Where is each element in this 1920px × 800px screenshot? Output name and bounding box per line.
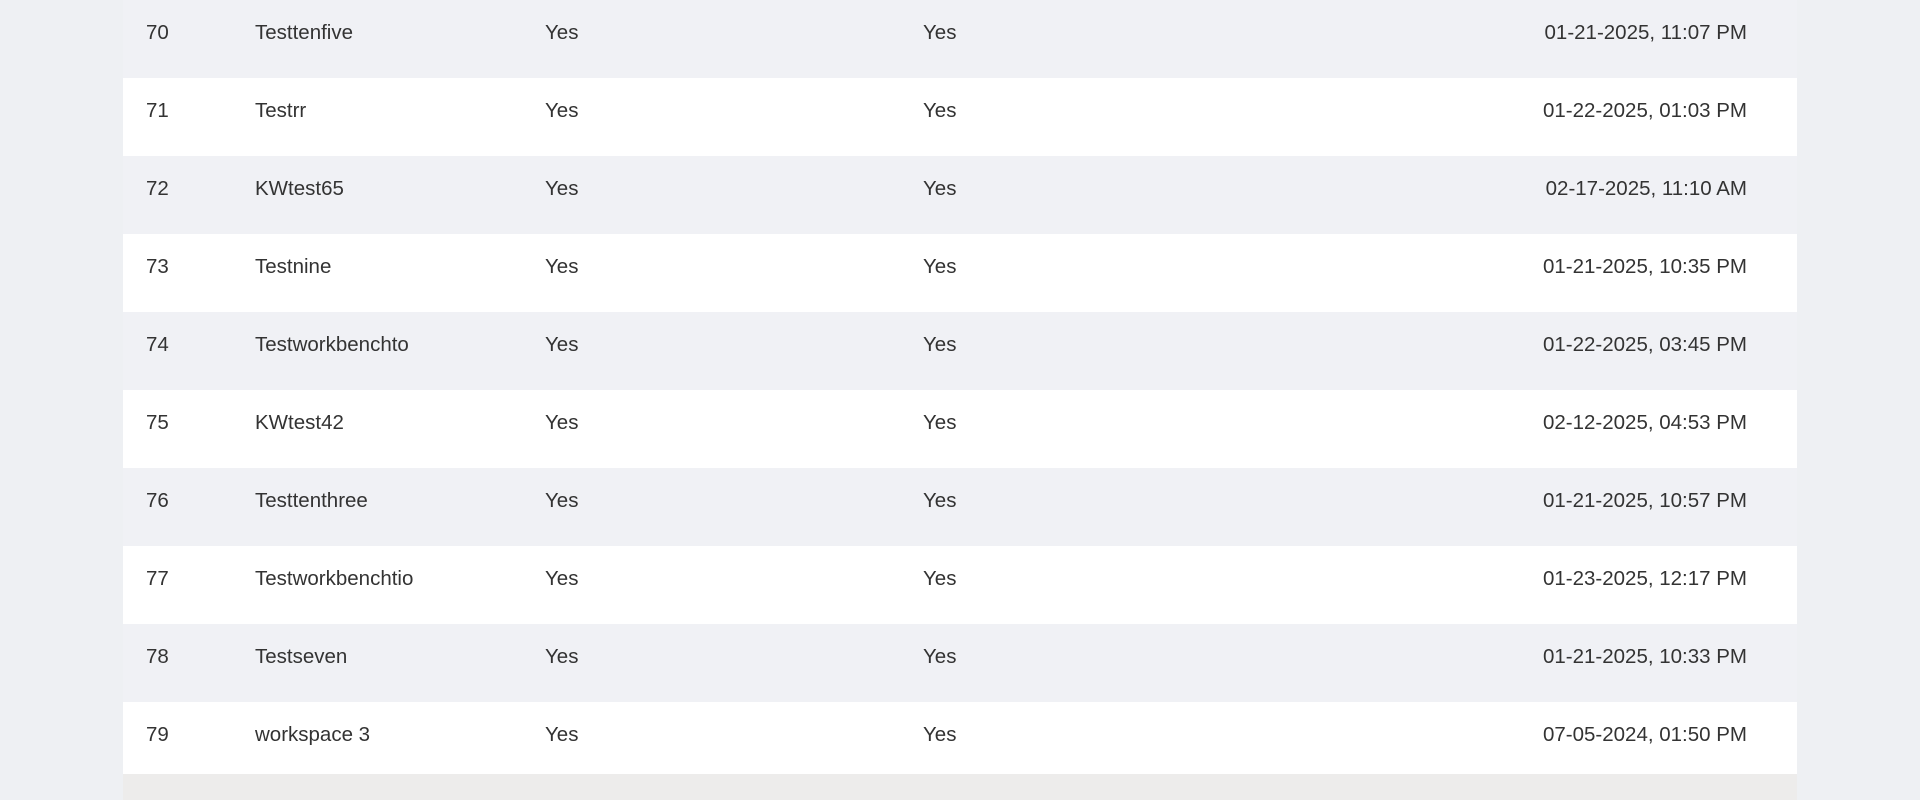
row-date: 01-22-2025, 01:03 PM: [1543, 99, 1747, 122]
row-flag-a: Yes: [545, 99, 579, 122]
row-flag-b: Yes: [923, 567, 957, 590]
row-flag-a: Yes: [545, 723, 579, 746]
row-flag-a: Yes: [545, 21, 579, 44]
table-row[interactable]: 78 Testseven Yes Yes 01-21-2025, 10:33 P…: [123, 624, 1797, 702]
row-date: 01-21-2025, 10:57 PM: [1543, 489, 1747, 512]
table-row[interactable]: 76 Testtenthree Yes Yes 01-21-2025, 10:5…: [123, 468, 1797, 546]
table-row[interactable]: 79 workspace 3 Yes Yes 07-05-2024, 01:50…: [123, 702, 1797, 780]
row-flag-a: Yes: [545, 411, 579, 434]
table-row[interactable]: 71 Testrr Yes Yes 01-22-2025, 01:03 PM: [123, 78, 1797, 156]
row-name[interactable]: KWtest65: [255, 156, 344, 222]
row-flag-b: Yes: [923, 99, 957, 122]
table-row[interactable]: 72 KWtest65 Yes Yes 02-17-2025, 11:10 AM: [123, 156, 1797, 234]
row-date: 01-21-2025, 10:35 PM: [1543, 255, 1747, 278]
row-flag-a: Yes: [545, 255, 579, 278]
row-name[interactable]: Testtenthree: [255, 468, 368, 534]
row-flag-a: Yes: [545, 645, 579, 668]
row-date: 07-05-2024, 01:50 PM: [1543, 723, 1747, 746]
row-flag-b: Yes: [923, 333, 957, 356]
table-row[interactable]: 75 KWtest42 Yes Yes 02-12-2025, 04:53 PM: [123, 390, 1797, 468]
table-footer: [123, 774, 1797, 800]
row-id: 73: [146, 255, 169, 278]
row-date: 02-12-2025, 04:53 PM: [1543, 411, 1747, 434]
row-date: 01-22-2025, 03:45 PM: [1543, 333, 1747, 356]
row-flag-a: Yes: [545, 567, 579, 590]
row-name[interactable]: Testrr: [255, 78, 306, 144]
row-flag-b: Yes: [923, 645, 957, 668]
row-flag-b: Yes: [923, 255, 957, 278]
row-date: 01-21-2025, 11:07 PM: [1544, 21, 1747, 44]
table-row[interactable]: 73 Testnine Yes Yes 01-21-2025, 10:35 PM: [123, 234, 1797, 312]
row-flag-b: Yes: [923, 723, 957, 746]
row-flag-b: Yes: [923, 21, 957, 44]
row-flag-b: Yes: [923, 411, 957, 434]
row-name[interactable]: KWtest42: [255, 390, 344, 456]
row-id: 77: [146, 567, 169, 590]
row-flag-a: Yes: [545, 333, 579, 356]
row-flag-b: Yes: [923, 177, 957, 200]
table-row[interactable]: 74 Testworkbenchto Yes Yes 01-22-2025, 0…: [123, 312, 1797, 390]
row-name[interactable]: Testworkbenchto: [255, 312, 409, 378]
row-id: 71: [146, 99, 169, 122]
table-row[interactable]: 77 Testworkbenchtio Yes Yes 01-23-2025, …: [123, 546, 1797, 624]
row-flag-a: Yes: [545, 177, 579, 200]
row-id: 72: [146, 177, 169, 200]
row-id: 70: [146, 21, 169, 44]
row-date: 02-17-2025, 11:10 AM: [1545, 177, 1747, 200]
row-id: 75: [146, 411, 169, 434]
row-flag-b: Yes: [923, 489, 957, 512]
row-date: 01-23-2025, 12:17 PM: [1543, 567, 1747, 590]
row-name[interactable]: Testseven: [255, 624, 347, 690]
workspace-table: 70 Testtenfive Yes Yes 01-21-2025, 11:07…: [123, 0, 1797, 800]
row-id: 76: [146, 489, 169, 512]
row-date: 01-21-2025, 10:33 PM: [1543, 645, 1747, 668]
row-id: 79: [146, 723, 169, 746]
row-id: 74: [146, 333, 169, 356]
table-row[interactable]: 70 Testtenfive Yes Yes 01-21-2025, 11:07…: [123, 0, 1797, 78]
row-name[interactable]: Testworkbenchtio: [255, 546, 413, 612]
row-name[interactable]: Testtenfive: [255, 0, 353, 66]
row-name[interactable]: workspace 3: [255, 702, 370, 768]
row-id: 78: [146, 645, 169, 668]
row-flag-a: Yes: [545, 489, 579, 512]
row-name[interactable]: Testnine: [255, 234, 331, 300]
